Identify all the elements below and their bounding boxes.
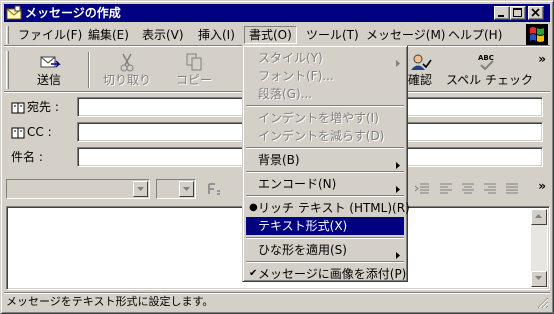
increase-indent-icon[interactable]	[414, 181, 430, 197]
menu-help[interactable]: ヘルプ(H)	[444, 26, 506, 44]
checkmark-icon: ✔	[249, 268, 258, 279]
paragraph-style-icon[interactable]	[206, 181, 222, 197]
spell-check-label: スペル チェック	[446, 73, 533, 87]
chevron-up-icon	[535, 214, 542, 218]
format-menu-encoding-label: エンコード(N)	[258, 177, 337, 191]
send-icon	[37, 52, 61, 72]
envelope-icon	[6, 5, 22, 21]
menu-separator	[246, 261, 404, 263]
scroll-down-button[interactable]	[531, 271, 547, 287]
format-menu-background[interactable]: 背景(B)	[246, 151, 404, 169]
to-label-text: 宛先 :	[27, 100, 59, 114]
status-text: メッセージをテキスト形式に設定します。	[6, 295, 214, 308]
to-label[interactable]: 宛先 :	[11, 99, 59, 118]
combo-dropdown-button[interactable]	[133, 181, 148, 197]
vertical-scrollbar[interactable]	[531, 209, 547, 287]
chevron-down-icon	[137, 187, 144, 191]
address-book-icon	[11, 127, 25, 143]
cc-label[interactable]: CC :	[11, 124, 52, 143]
format-menu-apply-stationery[interactable]: ひな形を適用(S)	[246, 241, 404, 259]
scissors-icon	[115, 52, 139, 72]
font-size-combo[interactable]	[156, 179, 196, 199]
menu-separator	[246, 195, 404, 197]
menu-separator	[246, 171, 404, 173]
maximize-button[interactable]	[510, 6, 526, 20]
close-button[interactable]	[528, 6, 544, 20]
menu-separator	[246, 237, 404, 239]
format-menu-plain-text-label: テキスト形式(X)	[258, 219, 348, 233]
menu-insert[interactable]: 挿入(I)	[194, 26, 239, 44]
toolbar-separator	[88, 52, 90, 88]
menubar-grip[interactable]	[6, 26, 9, 44]
format-menu-background-label: 背景(B)	[258, 153, 300, 167]
align-left-icon[interactable]	[438, 181, 454, 197]
check-names-icon	[408, 52, 432, 72]
align-center-icon[interactable]	[460, 181, 476, 197]
minimize-icon	[498, 15, 504, 17]
format-menu-font-label: フォント(F)...	[258, 69, 334, 83]
menu-bar: ファイル(F) 編集(E) 表示(V) 挿入(I) 書式(O) ツール(T) メ…	[4, 24, 550, 46]
title-bar[interactable]: メッセージの作成	[4, 4, 550, 22]
windows-logo-icon	[526, 24, 548, 45]
toolbar-more-chevron[interactable]: »	[538, 52, 546, 66]
format-menu-decrease-indent[interactable]: インデントを減らす(D)	[246, 127, 404, 145]
format-menu-encoding[interactable]: エンコード(N)	[246, 175, 404, 193]
format-menu: スタイル(Y) フォント(F)... 段落(G)... インデントを増やす(I)…	[242, 45, 410, 283]
format-menu-send-pictures-label: メッセージに画像を添付(P)	[258, 267, 407, 281]
format-menu-paragraph-label: 段落(G)...	[258, 87, 313, 101]
format-menu-paragraph[interactable]: 段落(G)...	[246, 85, 404, 103]
formatbar-more-chevron[interactable]: »	[538, 179, 546, 193]
format-menu-style[interactable]: スタイル(Y)	[246, 49, 404, 67]
chevron-down-icon	[535, 276, 542, 280]
justify-icon[interactable]	[504, 181, 520, 197]
menu-edit[interactable]: 編集(E)	[84, 26, 133, 44]
address-book-icon	[11, 102, 25, 118]
format-menu-font[interactable]: フォント(F)...	[246, 67, 404, 85]
font-name-combo[interactable]	[6, 179, 150, 199]
scroll-up-button[interactable]	[531, 209, 547, 225]
format-menu-decrease-indent-label: インデントを減らす(D)	[258, 129, 385, 143]
window-title: メッセージの作成	[25, 6, 121, 20]
combo-dropdown-button[interactable]	[179, 181, 194, 197]
compose-window: メッセージの作成 ファイル(F) 編集(E) 表示(V) 挿入(I) 書式(O)…	[0, 0, 554, 314]
menu-message[interactable]: メッセージ(M)	[362, 26, 449, 44]
copy-icon	[182, 52, 206, 72]
spell-check-button[interactable]: ABC スペル チェック	[446, 50, 533, 90]
format-menu-apply-stationery-label: ひな形を適用(S)	[258, 243, 347, 257]
send-label: 送信	[36, 73, 61, 87]
cut-label: 切り取り	[102, 73, 151, 87]
spell-check-icon: ABC	[475, 52, 499, 72]
format-menu-rich-text[interactable]: ● リッチ テキスト (HTML)(R)	[246, 199, 410, 217]
menu-separator	[246, 105, 404, 107]
toolbar-grip[interactable]	[6, 51, 9, 89]
format-menu-send-pictures[interactable]: ✔ メッセージに画像を添付(P)	[246, 265, 407, 283]
send-button[interactable]: 送信	[14, 50, 84, 90]
cut-button[interactable]: 切り取り	[94, 50, 160, 90]
cc-label-text: CC :	[27, 125, 52, 139]
status-bar: メッセージをテキスト形式に設定します。	[4, 292, 550, 310]
resize-grip-icon[interactable]	[537, 297, 549, 309]
format-menu-plain-text[interactable]: テキスト形式(X)	[246, 217, 404, 235]
format-menu-increase-indent[interactable]: インデントを増やす(I)	[246, 109, 404, 127]
menu-separator	[246, 147, 404, 149]
align-right-icon[interactable]	[482, 181, 498, 197]
format-menu-style-label: スタイル(Y)	[258, 51, 323, 65]
menu-tools[interactable]: ツール(T)	[302, 26, 363, 44]
chevron-down-icon	[183, 187, 190, 191]
menu-format[interactable]: 書式(O)	[244, 26, 297, 44]
minimize-button[interactable]	[494, 6, 510, 20]
menu-view[interactable]: 表示(V)	[138, 26, 188, 44]
maximize-icon	[513, 8, 522, 17]
subject-label: 件名 :	[11, 150, 43, 164]
copy-button[interactable]: コピー	[164, 50, 224, 90]
radio-bullet-icon: ●	[249, 202, 258, 213]
copy-label: コピー	[175, 73, 212, 87]
format-menu-rich-text-label: リッチ テキスト (HTML)(R)	[258, 201, 410, 215]
svg-text:ABC: ABC	[478, 54, 494, 62]
close-icon	[531, 8, 540, 17]
menu-file[interactable]: ファイル(F)	[14, 26, 86, 44]
format-menu-increase-indent-label: インデントを増やす(I)	[258, 111, 379, 125]
